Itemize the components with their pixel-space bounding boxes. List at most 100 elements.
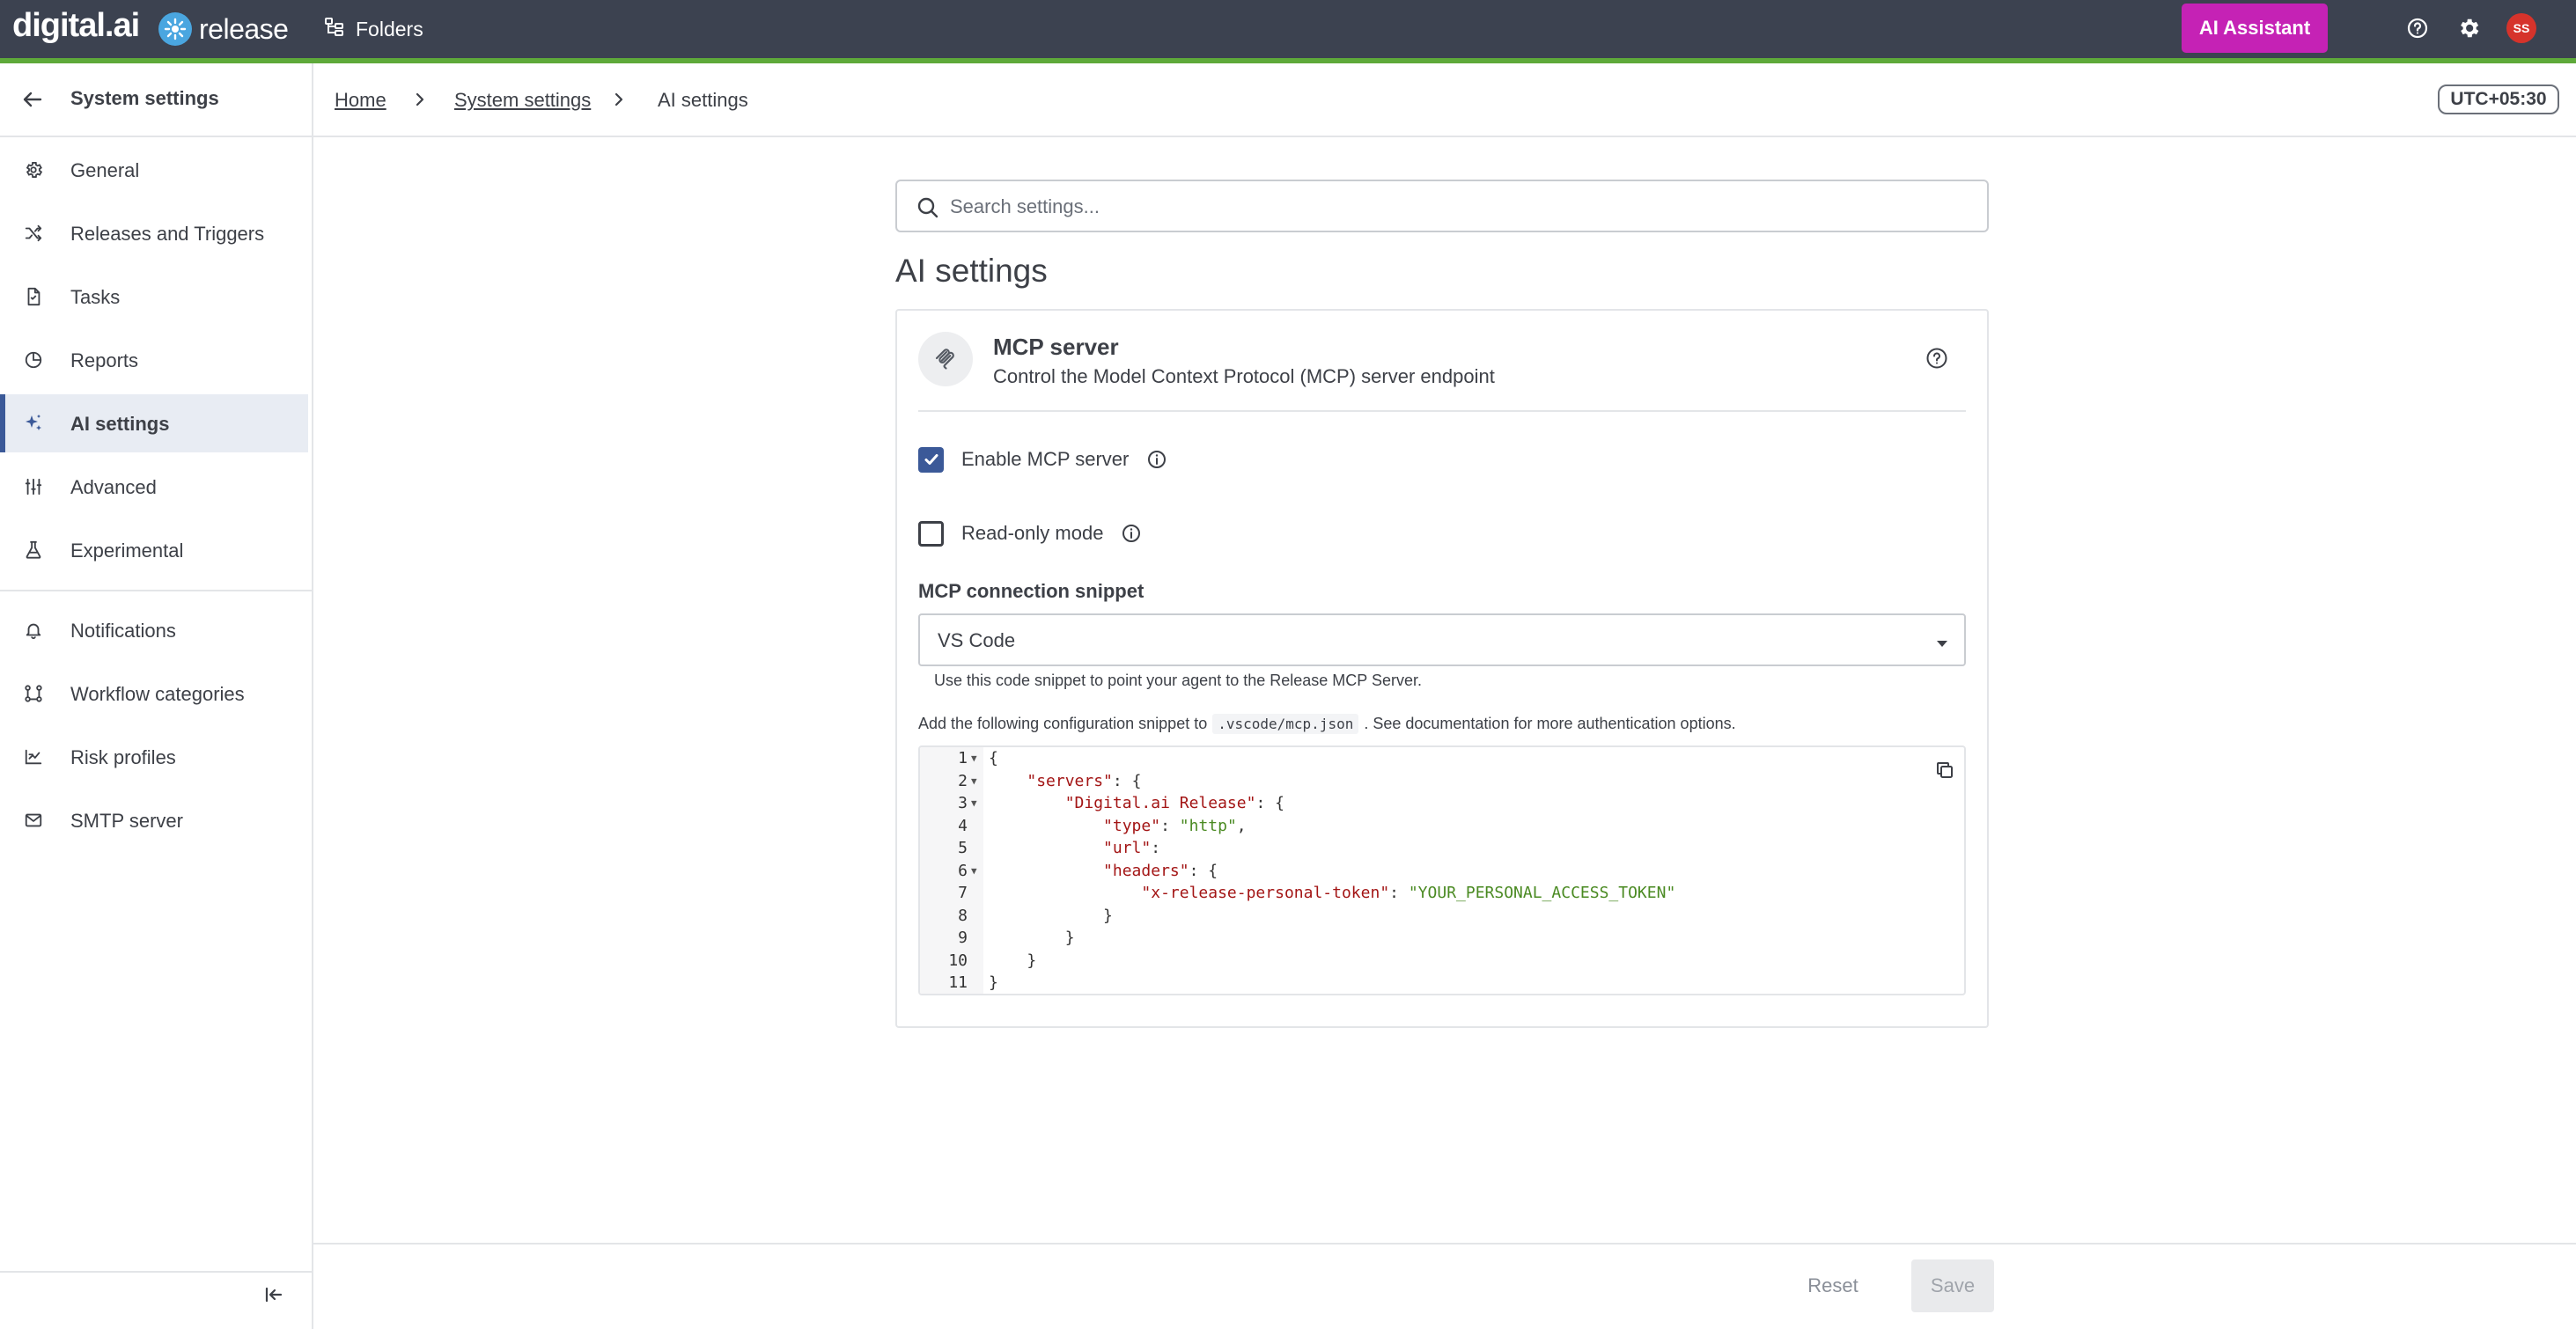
sidebar-item-label: Releases and Triggers: [70, 223, 265, 245]
reset-button[interactable]: Reset: [1780, 1259, 1886, 1312]
line-number: 6: [958, 861, 968, 880]
sidebar-item-label: Tasks: [70, 286, 121, 308]
release-logo[interactable]: release: [158, 12, 289, 46]
code-key: "servers": [1027, 771, 1113, 790]
enable-mcp-checkbox[interactable]: [918, 446, 944, 473]
caret-down-icon: [1934, 637, 1950, 653]
sidebar-header: System settings: [0, 63, 312, 137]
help-circle-icon[interactable]: [2402, 12, 2433, 44]
breadcrumb-home[interactable]: Home: [335, 89, 386, 112]
gear-icon: [23, 159, 44, 180]
code-string: "YOUR_PERSONAL_ACCESS_TOKEN": [1408, 884, 1676, 902]
fold-arrow-icon[interactable]: ▼: [971, 770, 977, 793]
sidebar: System settings General Releases and Tri…: [0, 63, 313, 1329]
sidebar-item-risk-profiles[interactable]: Risk profiles: [0, 728, 308, 786]
chevron-right-icon: [611, 91, 627, 113]
chevron-right-icon: [412, 91, 428, 113]
panel-divider: [918, 410, 1966, 412]
readonly-mode-checkbox[interactable]: [918, 520, 944, 547]
code-line: 6 ▼ "headers": {: [920, 860, 1964, 883]
shuffle-icon: [23, 223, 44, 244]
info-icon[interactable]: [1121, 523, 1142, 544]
sidebar-item-label: Risk profiles: [70, 746, 176, 768]
enable-mcp-row: Enable MCP server: [918, 445, 1167, 474]
user-avatar[interactable]: SS: [2506, 13, 2536, 43]
sidebar-item-reports[interactable]: Reports: [0, 331, 308, 389]
sidebar-item-smtp-server[interactable]: SMTP server: [0, 791, 308, 849]
line-number: 8: [958, 906, 968, 925]
sidebar-item-label: AI settings: [70, 413, 170, 435]
code-key: "type": [1103, 816, 1161, 835]
sidebar-item-label: Advanced: [70, 476, 157, 498]
snippet-client-select[interactable]: VS Code: [918, 613, 1966, 666]
mcp-logo-icon: [918, 332, 973, 386]
sidebar-item-label: SMTP server: [70, 810, 183, 832]
risk-icon: [23, 746, 44, 767]
code-line: 8 }: [920, 905, 1964, 928]
sidebar-item-ai-settings[interactable]: AI settings: [0, 394, 308, 452]
info-icon[interactable]: [1146, 449, 1167, 470]
collapse-left-icon: [264, 1285, 283, 1309]
fold-arrow-icon[interactable]: ▼: [971, 860, 977, 883]
enable-mcp-label: Enable MCP server: [961, 448, 1130, 470]
copy-icon[interactable]: [1934, 760, 1955, 785]
sidebar-item-workflow-categories[interactable]: Workflow categories: [0, 664, 308, 723]
line-number: 1: [958, 749, 968, 767]
help-circle-icon[interactable]: [1925, 347, 1948, 374]
sidebar-item-label: Notifications: [70, 620, 176, 642]
readonly-mode-label: Read-only mode: [961, 522, 1104, 544]
line-number: 2: [958, 771, 968, 790]
release-logo-icon: [158, 12, 192, 46]
line-number: 11: [948, 973, 968, 992]
sidebar-divider: [0, 1271, 312, 1273]
sidebar-title: System settings: [70, 87, 219, 109]
digital-ai-logo[interactable]: digital.ai: [12, 7, 140, 45]
footer-bar: [313, 1243, 2576, 1329]
sidebar-item-notifications[interactable]: Notifications: [0, 601, 308, 659]
sidebar-item-tasks[interactable]: Tasks: [0, 268, 308, 326]
code-editor[interactable]: 1 ▼ { 2 ▼ "servers": { 3 ▼ "Digital.ai R…: [918, 745, 1966, 995]
workflow-icon: [23, 683, 44, 704]
select-value: VS Code: [938, 629, 1016, 651]
sidebar-divider: [0, 590, 312, 591]
breadcrumb: Home System settings AI settings: [313, 63, 2576, 137]
sidebar-item-experimental[interactable]: Experimental: [0, 521, 308, 579]
code-key: "x-release-personal-token": [1141, 884, 1390, 902]
sliders-icon: [23, 476, 44, 497]
document-icon: [23, 286, 44, 307]
readonly-mode-row: Read-only mode: [918, 519, 1142, 547]
folders-label: Folders: [356, 17, 423, 40]
gear-icon[interactable]: [2453, 12, 2484, 44]
save-button[interactable]: Save: [1911, 1259, 1994, 1312]
sidebar-item-releases-triggers[interactable]: Releases and Triggers: [0, 204, 308, 262]
sidebar-item-advanced[interactable]: Advanced: [0, 458, 308, 516]
timezone-badge[interactable]: UTC+05:30: [2438, 84, 2559, 114]
collapse-sidebar-button[interactable]: [261, 1283, 287, 1310]
breadcrumb-system-settings[interactable]: System settings: [454, 89, 591, 112]
product-name: release: [199, 12, 289, 45]
back-arrow-icon[interactable]: [21, 88, 44, 115]
bell-icon: [23, 620, 44, 641]
line-number: 9: [958, 929, 968, 947]
code-line: 5 "url":: [920, 837, 1964, 860]
search-input[interactable]: [950, 192, 1971, 222]
ai-assistant-button[interactable]: AI Assistant: [2182, 4, 2328, 53]
top-bar: digital.ai release Folders AI Assistant: [0, 0, 2576, 58]
config-note-suffix: . See documentation for more authenticat…: [1364, 715, 1736, 732]
line-number: 7: [958, 884, 968, 902]
folders-icon: [324, 16, 345, 42]
sidebar-item-label: General: [70, 159, 140, 181]
fold-arrow-icon[interactable]: ▼: [971, 792, 977, 815]
code-line: 1 ▼ {: [920, 747, 1964, 770]
code-key: "Digital.ai Release": [1064, 794, 1256, 812]
snippet-label: MCP connection snippet: [918, 580, 1144, 602]
sidebar-item-general[interactable]: General: [0, 141, 308, 199]
code-line: 10 }: [920, 950, 1964, 973]
settings-search[interactable]: [895, 180, 1989, 232]
line-number: 5: [958, 839, 968, 857]
code-line: 11 }: [920, 972, 1964, 994]
folders-button[interactable]: Folders: [324, 12, 423, 46]
flask-icon: [23, 540, 44, 561]
code-line: 9 }: [920, 927, 1964, 950]
fold-arrow-icon[interactable]: ▼: [971, 747, 977, 770]
